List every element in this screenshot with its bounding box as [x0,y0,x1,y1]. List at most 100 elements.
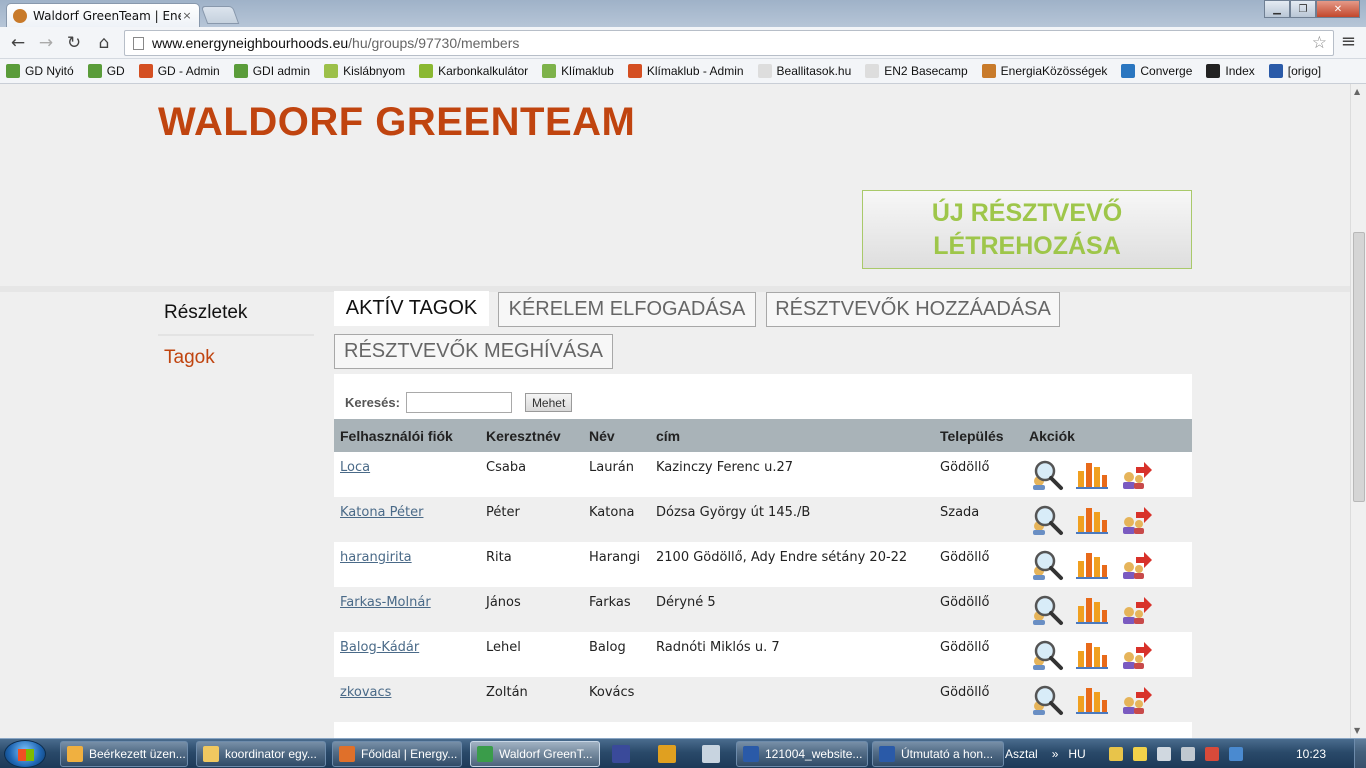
transfer-user-icon[interactable] [1119,546,1155,582]
statistics-icon[interactable] [1074,456,1110,492]
bookmark-klimaklub[interactable]: Klímaklub [542,64,614,78]
search-button[interactable]: Mehet [524,393,573,412]
member-account-link[interactable]: Katona Péter [340,505,423,520]
battery-icon[interactable] [1180,747,1195,761]
view-user-icon[interactable] [1029,681,1065,717]
bookmark-gd-admin[interactable]: GD - Admin [138,64,220,78]
desktop-toolbar-label[interactable]: Asztal [1005,747,1038,761]
media-player-quicklaunch-icon[interactable] [658,745,676,763]
view-user-icon[interactable] [1029,501,1065,537]
bookmark-energiakozossegek[interactable]: EnergiaKözösségek [981,64,1107,78]
member-account-link[interactable]: Farkas-Molnár [340,595,431,610]
search-input[interactable] [405,392,512,413]
bookmark-favicon-icon [865,64,880,78]
transfer-user-icon[interactable] [1119,681,1155,717]
taskbar-item-fooldal-energy[interactable]: Főoldal | Energy... [332,741,462,767]
messenger-tray-icon[interactable] [1132,747,1147,761]
column-header-actions: Akciók [1023,419,1192,452]
sidebar-item-members[interactable]: Tagok [158,336,314,380]
new-participant-button[interactable]: ÚJ RÉSZTVEVŐ LÉTREHOZÁSA [862,190,1192,269]
bookmark-label: Klímaklub [561,64,614,78]
view-user-icon[interactable] [1029,591,1065,627]
transfer-user-icon[interactable] [1119,456,1155,492]
bookmark-gd[interactable]: GD [87,64,125,78]
bookmark-gdi-admin[interactable]: GDI admin [233,64,310,78]
statistics-icon[interactable] [1074,501,1110,537]
scroll-up-icon[interactable]: ▲ [1354,87,1360,96]
bookmark-converge[interactable]: Converge [1121,64,1192,78]
member-account-link[interactable]: harangirita [340,550,412,565]
bookmark-kislabnyom[interactable]: Kislábnyom [324,64,405,78]
bookmark-star-icon[interactable]: ☆ [1312,33,1327,53]
cell-account: Farkas-Molnár [334,587,480,632]
tab-invite-participants[interactable]: RÉSZTVEVŐK MEGHÍVÁSA [334,334,613,369]
bookmark-index[interactable]: Index [1206,64,1255,78]
bookmark-en2-basecamp[interactable]: EN2 Basecamp [865,64,968,78]
volume-muted-icon[interactable] [1204,747,1219,761]
bookmark-favicon-icon [233,64,248,78]
statistics-icon[interactable] [1074,636,1110,672]
taskbar-item-121004-website[interactable]: 121004_website... [736,741,868,767]
view-user-icon[interactable] [1029,636,1065,672]
transfer-user-icon[interactable] [1119,636,1155,672]
window-controls: ▁ ❐ ✕ [1264,0,1360,18]
back-arrow-icon[interactable]: ← [6,31,30,55]
clock[interactable]: 10:23 [1296,747,1326,761]
network-icon[interactable] [1156,747,1171,761]
bookmarks-bar: GD Nyitó GD GD - Admin GDI admin Kislábnyom K… [0,59,1366,84]
taskbar-item-beerkezett-uzen[interactable]: Beérkezett üzen... [60,741,188,767]
home-icon[interactable]: ⌂ [92,31,116,55]
page-scrollbar[interactable]: ▲ ▼ [1350,84,1366,738]
bookmark-karbonkalkulator[interactable]: Karbonkalkulátor [419,64,528,78]
reload-icon[interactable]: ↻ [62,31,86,55]
minimize-icon[interactable]: ▁ [1264,0,1290,18]
tab-accept-requests[interactable]: KÉRELEM ELFOGADÁSA [498,292,756,327]
member-first-name: Rita [486,550,512,565]
transfer-user-icon[interactable] [1119,591,1155,627]
scroll-down-icon[interactable]: ▼ [1354,726,1360,735]
taskbar-item-label: Beérkezett üzen... [89,747,186,761]
show-hidden-icons-icon[interactable]: » [1052,747,1059,761]
app-icon [339,746,355,762]
tab-close-icon[interactable]: × [181,9,193,22]
statistics-icon[interactable] [1074,591,1110,627]
statistics-icon[interactable] [1074,681,1110,717]
system-tray: Asztal » HU [1005,739,1248,768]
scrollbar-thumb[interactable] [1353,232,1365,502]
column-header-first-name: Keresztnév [480,419,583,452]
member-account-link[interactable]: zkovacs [340,685,391,700]
new-tab-button[interactable] [200,6,240,24]
cell-actions [1023,677,1192,722]
bookmark-gd-nyito[interactable]: GD Nyitó [6,64,74,78]
floppy-quicklaunch-icon[interactable] [612,745,630,763]
forward-arrow-icon[interactable]: → [34,31,58,55]
sidebar-item-details[interactable]: Részletek [158,292,314,336]
address-bar[interactable]: www.energyneighbourhoods.eu/hu/groups/97… [124,30,1334,56]
view-user-icon[interactable] [1029,546,1065,582]
bookmark-beallitasok-hu[interactable]: Beallitasok.hu [757,64,851,78]
tab-add-participants[interactable]: RÉSZTVEVŐK HOZZÁADÁSA [766,292,1060,327]
mail-tray-icon[interactable] [1108,747,1123,761]
member-account-link[interactable]: Loca [340,460,370,475]
member-account-link[interactable]: Balog-Kádár [340,640,419,655]
show-desktop-button[interactable] [1354,739,1366,768]
calculator-quicklaunch-icon[interactable] [702,745,720,763]
browser-tab-active[interactable]: Waldorf GreenTeam | Energ × [6,3,200,27]
browser-menu-icon[interactable]: ≡ [1341,31,1356,52]
language-indicator[interactable]: HU [1068,747,1085,761]
tab-active-members[interactable]: AKTÍV TAGOK [334,291,489,326]
taskbar-item-koordinator-egy[interactable]: koordinator egy... [196,741,326,767]
bookmark-klimaklub-admin[interactable]: Klímaklub - Admin [627,64,744,78]
bookmark-origo[interactable]: [origo] [1268,64,1321,78]
close-window-icon[interactable]: ✕ [1316,0,1360,18]
cell-first-name: Lehel [480,632,583,677]
statistics-icon[interactable] [1074,546,1110,582]
start-button[interactable] [4,740,46,768]
dropbox-tray-icon[interactable] [1228,747,1243,761]
restore-icon[interactable]: ❐ [1290,0,1316,18]
table-header-row: Felhasználói fiók Keresztnév Név cím Tel… [334,419,1192,452]
transfer-user-icon[interactable] [1119,501,1155,537]
taskbar-item-utmutato-a-hon[interactable]: Útmutató a hon... [872,741,1004,767]
taskbar-item-waldorf-greent[interactable]: Waldorf GreenT... [470,741,600,767]
view-user-icon[interactable] [1029,456,1065,492]
